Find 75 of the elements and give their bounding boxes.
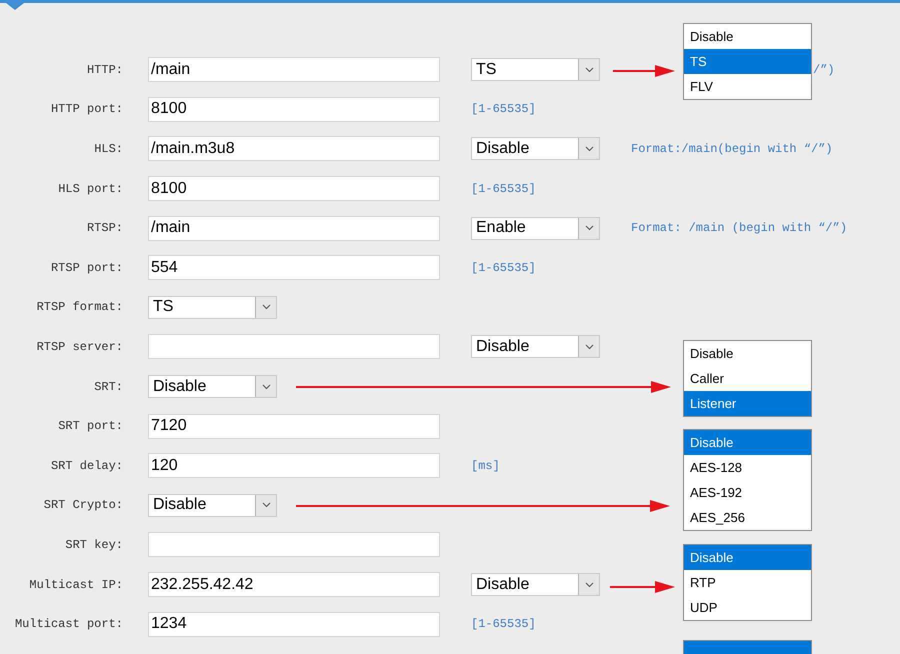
chevron-icon: [262, 384, 270, 390]
chevron-icon: [584, 582, 594, 588]
text-field[interactable]: /main: [148, 216, 440, 241]
hint-text: Format: /main (begin with “/”): [631, 220, 848, 238]
hint-text: /”): [813, 62, 835, 79]
dropdown-option[interactable]: TS: [684, 49, 811, 74]
chevron-icon: [262, 502, 270, 508]
dropdown-option[interactable]: Disable: [684, 24, 811, 49]
arrow-drawing: [613, 65, 675, 77]
field-label: HTTP:: [86, 62, 123, 79]
arrow-drawing: [610, 581, 675, 593]
text-field[interactable]: 1234: [148, 612, 440, 637]
text-field[interactable]: [148, 334, 440, 360]
field-label: RTSP server:: [36, 338, 123, 356]
text-field[interactable]: /main.m3u8: [148, 136, 440, 162]
chevron-icon: [584, 225, 594, 232]
dropdown-button[interactable]: [578, 59, 599, 80]
select-field[interactable]: Disable: [471, 335, 600, 358]
dropdown-option[interactable]: AES-128: [684, 455, 811, 480]
dropdown-button[interactable]: [578, 138, 599, 160]
field-label: RTSP port:: [50, 260, 123, 277]
text-field[interactable]: /main: [148, 57, 440, 82]
chevron-icon: [262, 304, 270, 310]
field-label: SRT port:: [57, 418, 123, 436]
text-field[interactable]: [148, 532, 440, 558]
dropdown-option[interactable]: Disable: [684, 341, 811, 366]
field-label: SRT key:: [64, 536, 123, 554]
hint-text: [1-65535]: [471, 101, 536, 118]
text-field[interactable]: 232.255.42.42: [148, 572, 440, 598]
dropdown-option[interactable]: AES_256: [684, 505, 811, 530]
select-field[interactable]: Disable: [148, 375, 277, 398]
hint-text: [1-65535]: [471, 616, 536, 634]
select-field[interactable]: Enable: [471, 216, 600, 240]
dropdown-option[interactable]: Disable: [684, 545, 811, 570]
chevron-icon: [584, 66, 594, 73]
dropdown-button[interactable]: [578, 574, 599, 596]
text-field[interactable]: 8100: [148, 96, 440, 122]
dropdown-button[interactable]: [255, 376, 276, 398]
hint-text: [1-65535]: [471, 180, 536, 198]
hint-text: Format:/main(begin with “/”): [631, 140, 833, 158]
dropdown-option[interactable]: RTP: [684, 570, 811, 595]
dropdown-option[interactable]: Listener: [684, 391, 811, 416]
text-field[interactable]: 554: [148, 255, 440, 280]
dropdown-button[interactable]: [578, 218, 599, 239]
field-label: HTTP port:: [50, 101, 123, 118]
select-field[interactable]: Disable: [148, 494, 277, 517]
field-label: RTSP:: [86, 220, 123, 238]
text-field[interactable]: 7120: [148, 414, 440, 439]
dropdown-option[interactable]: Caller: [684, 366, 811, 391]
hint-text: [1-65535]: [471, 260, 536, 277]
field-label: SRT:: [93, 378, 123, 396]
select-field[interactable]: Disable: [471, 137, 600, 160]
dropdown-option[interactable]: UDP: [684, 595, 811, 620]
field-label: HLS port:: [57, 180, 123, 198]
text-field[interactable]: 8100: [148, 176, 440, 202]
field-label: Multicast port:: [14, 616, 123, 634]
select-field[interactable]: TS: [471, 58, 600, 82]
dropdown-option[interactable]: Disable: [684, 430, 811, 455]
chevron-icon: [584, 344, 594, 350]
select-field[interactable]: Disable: [471, 573, 600, 596]
tab-pointer-icon: [6, 3, 24, 10]
hint-text: [ms]: [471, 458, 500, 475]
dropdown-option[interactable]: FLV: [684, 74, 811, 99]
field-label: RTSP format:: [36, 299, 123, 316]
field-label: HLS:: [93, 140, 123, 158]
dropdown-button[interactable]: [578, 336, 599, 358]
field-label: Multicast IP:: [28, 576, 123, 594]
field-label: SRT delay:: [50, 458, 123, 475]
dropdown-option[interactable]: AES-192: [684, 480, 811, 505]
dropdown-button[interactable]: [255, 494, 276, 516]
select-field[interactable]: TS: [148, 296, 277, 319]
dropdown-button[interactable]: [255, 296, 276, 318]
chevron-icon: [584, 146, 594, 152]
field-label: SRT Crypto:: [42, 497, 123, 514]
text-field[interactable]: 120: [148, 453, 440, 478]
